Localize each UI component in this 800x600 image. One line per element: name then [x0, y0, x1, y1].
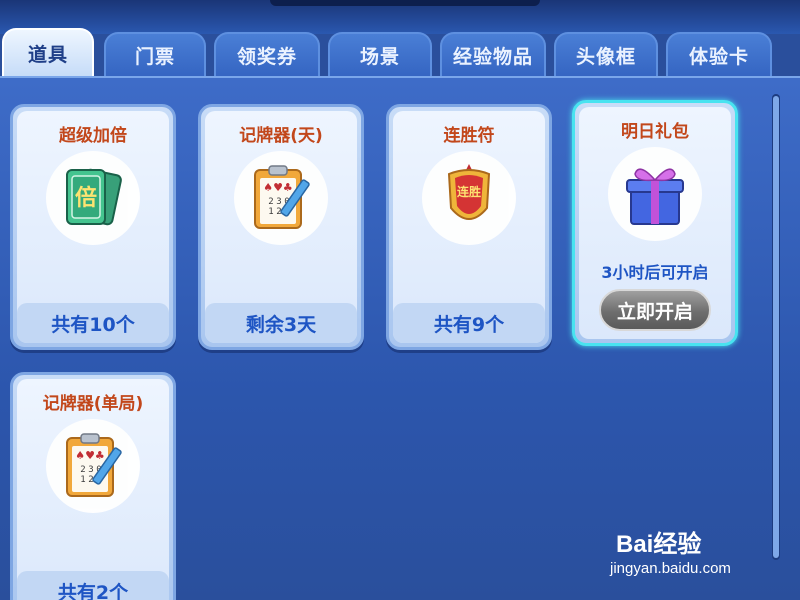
double-card-icon: 倍 [46, 151, 140, 245]
tab-vouchers[interactable]: 领奖券 [214, 32, 320, 76]
item-title: 记牌器(单局) [42, 394, 144, 414]
tab-avatar-frames[interactable]: 头像框 [554, 32, 658, 76]
svg-text:1: 1 [80, 475, 85, 485]
svg-text:连胜: 连胜 [457, 184, 481, 199]
item-count: 共有2个 [17, 571, 169, 600]
watermark-url: jingyan.baidu.com [610, 560, 731, 577]
item-card-win-streak[interactable]: 连胜符 连胜 共有9个 [386, 104, 552, 350]
tab-tickets[interactable]: 门票 [104, 32, 206, 76]
tab-props[interactable]: 道具 [2, 28, 94, 76]
svg-text:2: 2 [268, 197, 273, 207]
card-counter-clipboard-icon: ♠♥♣ 2 3 0 1 2 [234, 151, 328, 245]
item-card-card-counter-day[interactable]: 记牌器(天) ♠♥♣ 2 3 0 1 2 剩余3天 [198, 104, 364, 350]
baidu-jingyan-watermark: Bai经验 jingyan.baidu.com [606, 516, 776, 586]
item-title: 连胜符 [443, 126, 495, 146]
item-card-super-double[interactable]: 超级加倍 倍 共有10个 [10, 104, 176, 350]
scrollbar-thumb[interactable] [773, 96, 779, 558]
category-tabs: 道具 门票 领奖券 场景 经验物品 头像框 体验卡 [0, 28, 800, 76]
gift-box-icon [608, 147, 702, 241]
svg-text:1: 1 [268, 207, 273, 217]
tab-trial-cards[interactable]: 体验卡 [666, 32, 772, 76]
item-count: 共有10个 [17, 303, 169, 343]
open-timer: 3小时后可开启 [601, 263, 709, 282]
watermark-logo: Bai经验 [616, 531, 702, 558]
win-streak-badge-icon: 连胜 [422, 151, 516, 245]
top-notch [270, 0, 540, 6]
tab-exp-items[interactable]: 经验物品 [440, 32, 546, 76]
item-title: 记牌器(天) [239, 126, 323, 146]
item-count: 共有9个 [393, 303, 545, 343]
item-card-card-counter-single[interactable]: 记牌器(单局) ♠♥♣ 2 3 0 1 2 共有2个 [10, 372, 176, 600]
svg-text:2: 2 [80, 465, 85, 475]
card-counter-clipboard-icon: ♠♥♣ 2 3 0 1 2 [46, 419, 140, 513]
item-card-tomorrow-gift[interactable]: 明日礼包 3小时后可开启 立即开启 [572, 100, 738, 346]
svg-text:3: 3 [88, 465, 93, 475]
item-title: 明日礼包 [621, 122, 689, 142]
item-remaining-days: 剩余3天 [205, 303, 357, 343]
tab-scenes[interactable]: 场景 [328, 32, 432, 76]
open-now-button[interactable]: 立即开启 [599, 289, 711, 331]
svg-text:3: 3 [276, 197, 281, 207]
item-title: 超级加倍 [59, 126, 127, 146]
svg-text:♠♥♣: ♠♥♣ [75, 449, 105, 462]
double-glyph: 倍 [75, 185, 97, 211]
svg-text:♠♥♣: ♠♥♣ [263, 181, 293, 194]
